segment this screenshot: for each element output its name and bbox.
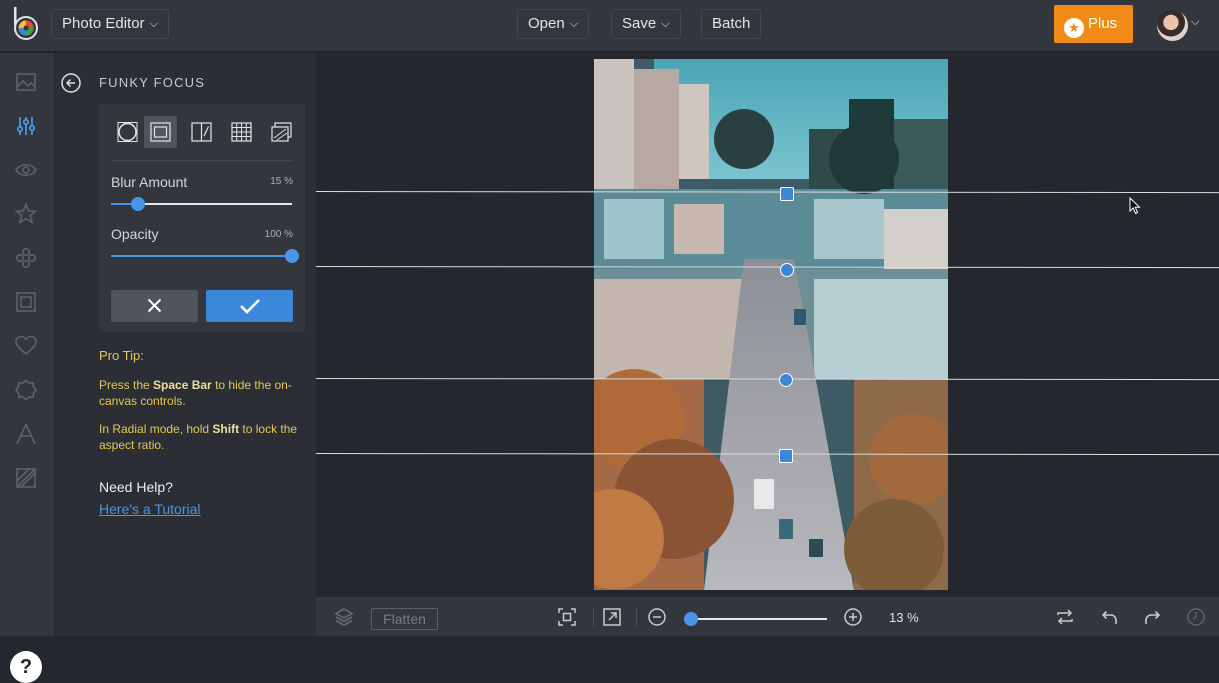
- fit-to-screen-icon[interactable]: [557, 607, 577, 627]
- zoom-value: 13 %: [889, 610, 919, 625]
- mirror-mode-button[interactable]: [185, 116, 218, 148]
- app-menu-button[interactable]: Photo Editor ⌵: [51, 9, 169, 39]
- tip-key: Shift: [212, 422, 240, 436]
- settings-card: Blur Amount 15 % Opacity 100 %: [99, 104, 305, 332]
- pro-tip-text: Press the Space Bar to hide the on-canva…: [99, 377, 309, 409]
- heart-icon[interactable]: [15, 335, 37, 357]
- opacity-handle[interactable]: [285, 249, 299, 263]
- pro-tip-text: In Radial mode, hold Shift to lock the a…: [99, 421, 309, 453]
- plus-upgrade-button[interactable]: ★ Plus: [1054, 5, 1133, 43]
- circle-icon: [117, 122, 138, 142]
- blur-amount-handle[interactable]: [131, 197, 146, 211]
- badge-icon[interactable]: [15, 379, 37, 401]
- divider: [111, 160, 293, 161]
- compare-icon[interactable]: [1055, 607, 1075, 627]
- cancel-button[interactable]: [111, 290, 198, 322]
- canvas-area[interactable]: [316, 53, 1219, 597]
- save-label: Save: [622, 15, 657, 32]
- blur-amount-slider[interactable]: [111, 197, 292, 211]
- graphics-icon[interactable]: [15, 247, 37, 269]
- open-button[interactable]: Open ⌵: [517, 9, 590, 39]
- chevron-down-icon: ⌵: [569, 18, 579, 30]
- open-label: Open: [528, 15, 565, 32]
- tip-key: Space Bar: [153, 378, 212, 392]
- chevron-down-icon[interactable]: ⌵: [1191, 16, 1199, 29]
- radial-mode-button[interactable]: [111, 116, 144, 148]
- back-arrow-icon[interactable]: [61, 73, 81, 93]
- flatten-button[interactable]: Flatten: [371, 608, 438, 630]
- tip-text: In Radial mode, hold: [99, 422, 213, 436]
- tool-icon-bar: ?: [0, 53, 54, 683]
- grid-icon: [231, 122, 252, 142]
- linear-focus-icon: [150, 122, 171, 142]
- checkmark-icon: [240, 299, 260, 314]
- save-button[interactable]: Save ⌵: [611, 9, 681, 39]
- zoom-in-icon[interactable]: [843, 607, 863, 627]
- tip-text: Press the: [99, 378, 154, 392]
- image-icon[interactable]: [15, 71, 37, 93]
- history-clock-icon[interactable]: [1186, 607, 1206, 627]
- tutorial-link[interactable]: Here's a Tutorial: [99, 501, 201, 517]
- divider: [593, 607, 594, 627]
- chevron-down-icon: ⌵: [661, 18, 670, 30]
- plus-label: Plus: [1088, 15, 1118, 32]
- close-icon: [147, 298, 162, 313]
- app-menu-label: Photo Editor: [62, 15, 145, 32]
- custom-mode-button[interactable]: [265, 116, 298, 148]
- avatar[interactable]: [1157, 10, 1188, 41]
- layers-icon[interactable]: [334, 607, 354, 627]
- blur-amount-label: Blur Amount: [111, 174, 188, 190]
- divider: [636, 607, 637, 627]
- opacity-fill: [111, 255, 292, 257]
- mirror-icon: [191, 122, 212, 142]
- focus-outer-handle-top[interactable]: [780, 187, 794, 201]
- brush-area-icon: [271, 122, 292, 142]
- opacity-slider[interactable]: [111, 249, 299, 263]
- grid-mode-button[interactable]: [225, 116, 258, 148]
- redo-icon[interactable]: [1143, 607, 1163, 627]
- zoom-out-icon[interactable]: [647, 607, 667, 627]
- actual-size-icon[interactable]: [602, 607, 622, 627]
- frame-icon[interactable]: [15, 291, 37, 313]
- star-outline-icon[interactable]: [15, 203, 37, 225]
- opacity-label: Opacity: [111, 226, 159, 242]
- help-button[interactable]: ?: [10, 651, 42, 683]
- focus-inner-handle-top[interactable]: [780, 263, 794, 277]
- bottom-toolbar: Flatten 13 %: [316, 597, 1219, 636]
- text-icon[interactable]: [15, 423, 37, 445]
- opacity-value: 100 %: [264, 229, 293, 240]
- adjust-sliders-icon[interactable]: [15, 115, 37, 137]
- photo-image: [594, 59, 948, 590]
- mouse-cursor-icon: [1129, 197, 1141, 215]
- zoom-handle[interactable]: [684, 612, 698, 626]
- star-icon: ★: [1064, 18, 1084, 38]
- batch-label: Batch: [712, 15, 751, 32]
- befunky-logo-icon[interactable]: [12, 7, 40, 41]
- undo-icon[interactable]: [1099, 607, 1119, 627]
- texture-icon[interactable]: [15, 467, 37, 489]
- zoom-slider[interactable]: [684, 612, 827, 626]
- focus-outer-handle-bottom[interactable]: [779, 449, 793, 463]
- apply-button[interactable]: [206, 290, 293, 322]
- eye-icon[interactable]: [15, 159, 37, 181]
- focus-inner-handle-bottom[interactable]: [779, 373, 793, 387]
- funky-focus-panel: FUNKY FOCUS Blur Amount 15 % Opacity 100…: [54, 53, 316, 636]
- linear-mode-button[interactable]: [144, 116, 177, 148]
- pro-tip-heading: Pro Tip:: [99, 348, 144, 363]
- chevron-down-icon: ⌵: [149, 18, 158, 30]
- need-help-heading: Need Help?: [99, 479, 173, 495]
- top-bar: Photo Editor ⌵ Open ⌵ Save ⌵ Batch ★ Plus ⌵: [0, 0, 1219, 52]
- panel-title: FUNKY FOCUS: [99, 75, 206, 90]
- blur-amount-value: 15 %: [270, 176, 293, 187]
- batch-button[interactable]: Batch: [701, 9, 762, 39]
